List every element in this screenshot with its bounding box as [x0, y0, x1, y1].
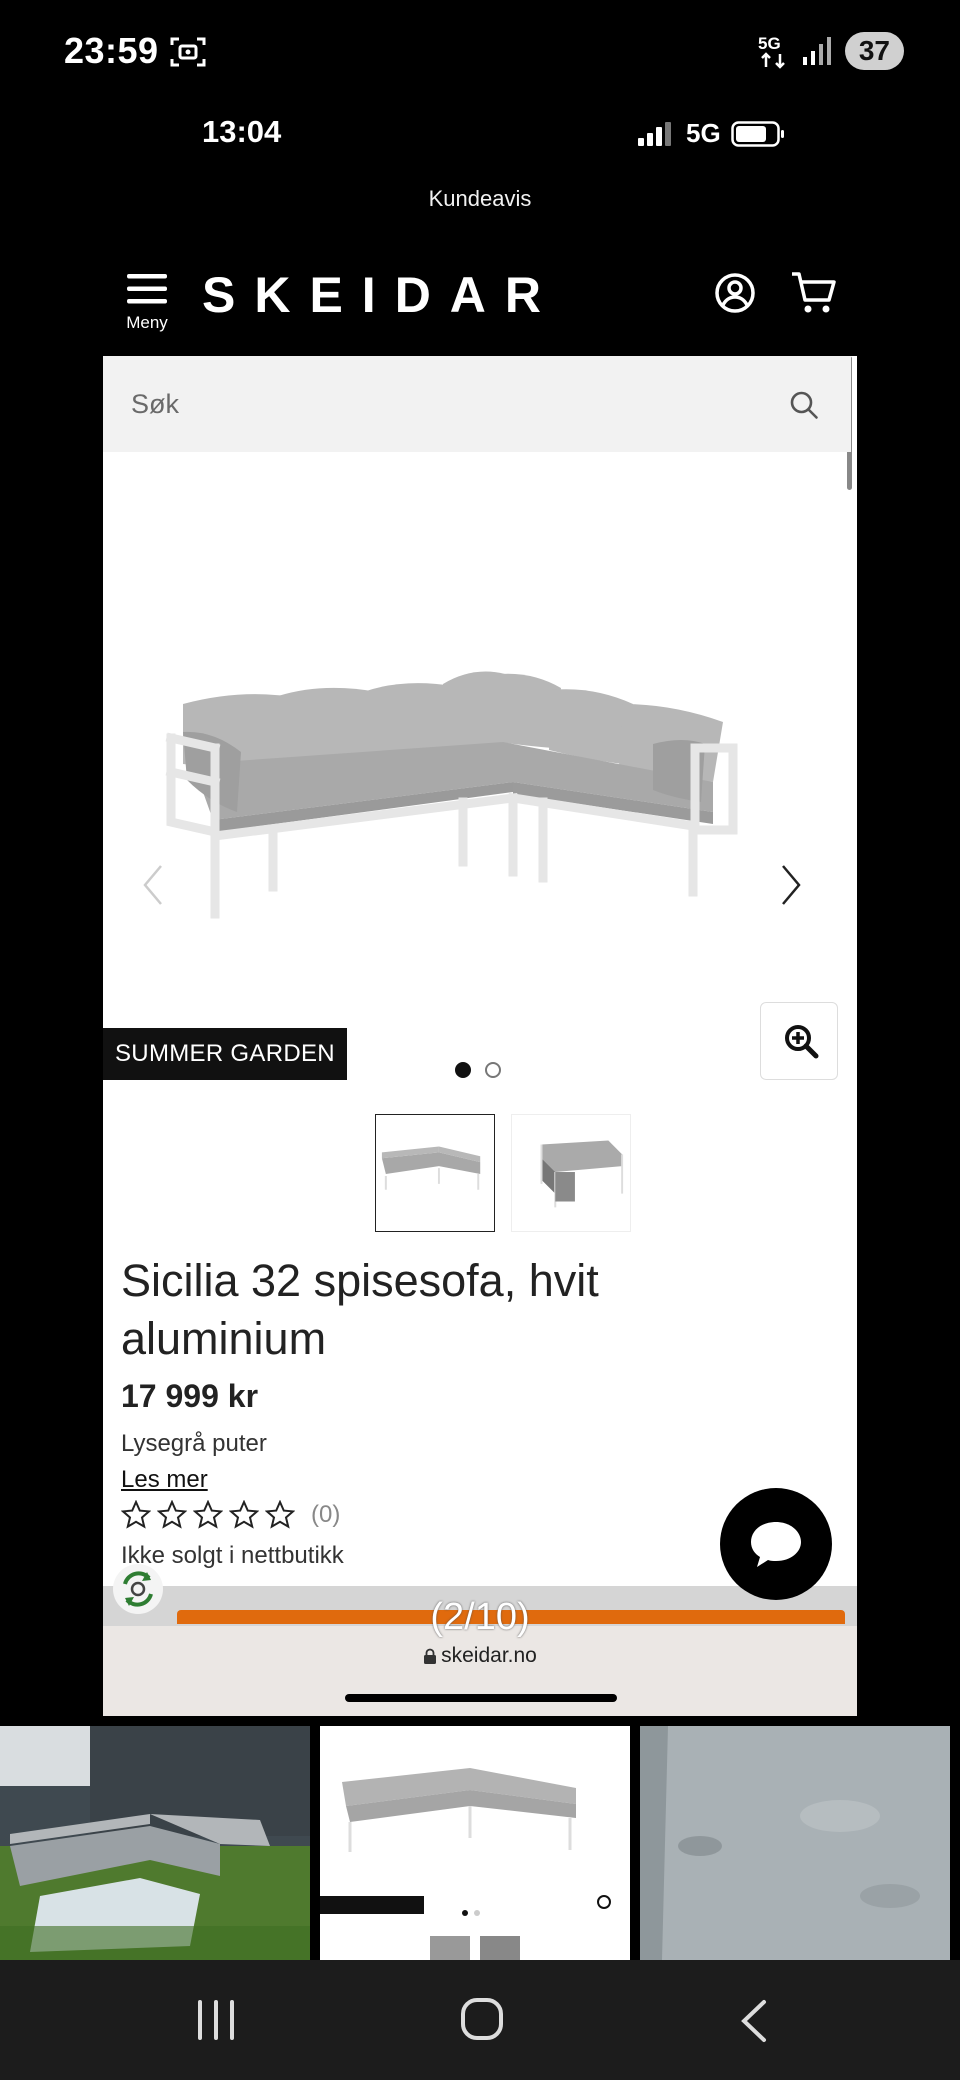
inner-status-icons: 5G	[636, 118, 785, 149]
cellular-icon	[638, 121, 671, 146]
star-icon	[121, 1500, 151, 1529]
gallery-strip-photo-2[interactable]	[320, 1726, 630, 1960]
gallery-strip-photo-3[interactable]	[640, 1726, 950, 1960]
product-screenshot	[320, 1726, 630, 1960]
android-navigation-bar	[0, 1960, 960, 2080]
thumbnail-image	[540, 1140, 624, 1208]
product-image	[165, 671, 738, 919]
inner-clock: 13:04	[202, 114, 282, 149]
kundeavis-link[interactable]: Kundeavis	[0, 186, 960, 212]
signal-icon	[802, 37, 831, 65]
address-bar[interactable]	[103, 1626, 857, 1716]
brand-tag: SUMMER GARDEN	[103, 1028, 347, 1080]
search-icon[interactable]	[789, 390, 819, 420]
zoom-button[interactable]	[760, 1002, 838, 1080]
star-icon	[157, 1500, 187, 1529]
thumbnail-image	[381, 1146, 481, 1190]
chevron-left-icon[interactable]	[141, 862, 165, 908]
gallery-strip-photo-1[interactable]	[0, 1726, 310, 1960]
url-label: skeidar.no	[441, 1644, 537, 1667]
outer-status-bar: 23:59 5G 37	[0, 0, 960, 105]
svg-text:5G: 5G	[758, 34, 781, 53]
menu-icon	[127, 274, 167, 304]
rating-count: (0)	[311, 1501, 341, 1528]
battery-level: 37	[844, 32, 904, 70]
chat-icon	[751, 1522, 801, 1567]
5g-icon: 5G	[758, 34, 785, 69]
thumbnail-1[interactable]	[375, 1114, 495, 1232]
search-input[interactable]	[131, 384, 691, 424]
product-rating[interactable]: (0)	[121, 1500, 340, 1530]
recent-apps-icon[interactable]	[194, 1998, 238, 2042]
chat-button[interactable]	[720, 1488, 832, 1600]
search-bar	[103, 356, 851, 452]
carousel-dots	[455, 1062, 501, 1078]
user-icon[interactable]	[714, 272, 756, 314]
lock-icon	[424, 1648, 437, 1664]
read-more-link[interactable]: Les mer	[121, 1466, 208, 1494]
fabric-closeup-photo	[640, 1726, 950, 1960]
star-icon	[193, 1500, 223, 1529]
product-page: SUMMER GARDEN Sicilia 32 spisesofa, hvit…	[103, 356, 857, 1716]
back-icon[interactable]	[736, 1998, 772, 2044]
inner-network: 5G	[686, 118, 721, 148]
thumbnail-2[interactable]	[511, 1114, 631, 1232]
outdoor-photo	[0, 1726, 310, 1960]
menu-button[interactable]: Meny	[122, 272, 172, 333]
screenshot-icon	[170, 37, 206, 67]
carousel-dot[interactable]	[485, 1062, 501, 1078]
gallery-counter: (2/10)	[430, 1596, 530, 1638]
skeidar-logo[interactable]: SKEIDAR	[202, 266, 560, 324]
url-text[interactable]: skeidar.no	[103, 1644, 857, 1668]
carousel-dot[interactable]	[455, 1062, 471, 1078]
product-title: Sicilia 32 spisesofa, hvit aluminium	[121, 1255, 599, 1364]
product-variant: Lysegrå puter	[121, 1430, 267, 1457]
cart-icon[interactable]	[790, 270, 838, 316]
menu-label: Meny	[126, 313, 168, 332]
star-icon	[265, 1500, 295, 1529]
outer-clock: 23:59	[64, 30, 159, 71]
zoom-in-icon	[785, 1025, 819, 1059]
star-icon	[229, 1500, 259, 1529]
chevron-right-icon[interactable]	[779, 862, 803, 908]
home-indicator[interactable]	[345, 1694, 617, 1702]
product-price: 17 999 kr	[121, 1378, 259, 1414]
home-icon[interactable]	[460, 1996, 504, 2042]
product-image-carousel[interactable]	[103, 452, 857, 1072]
battery-icon	[730, 120, 784, 147]
